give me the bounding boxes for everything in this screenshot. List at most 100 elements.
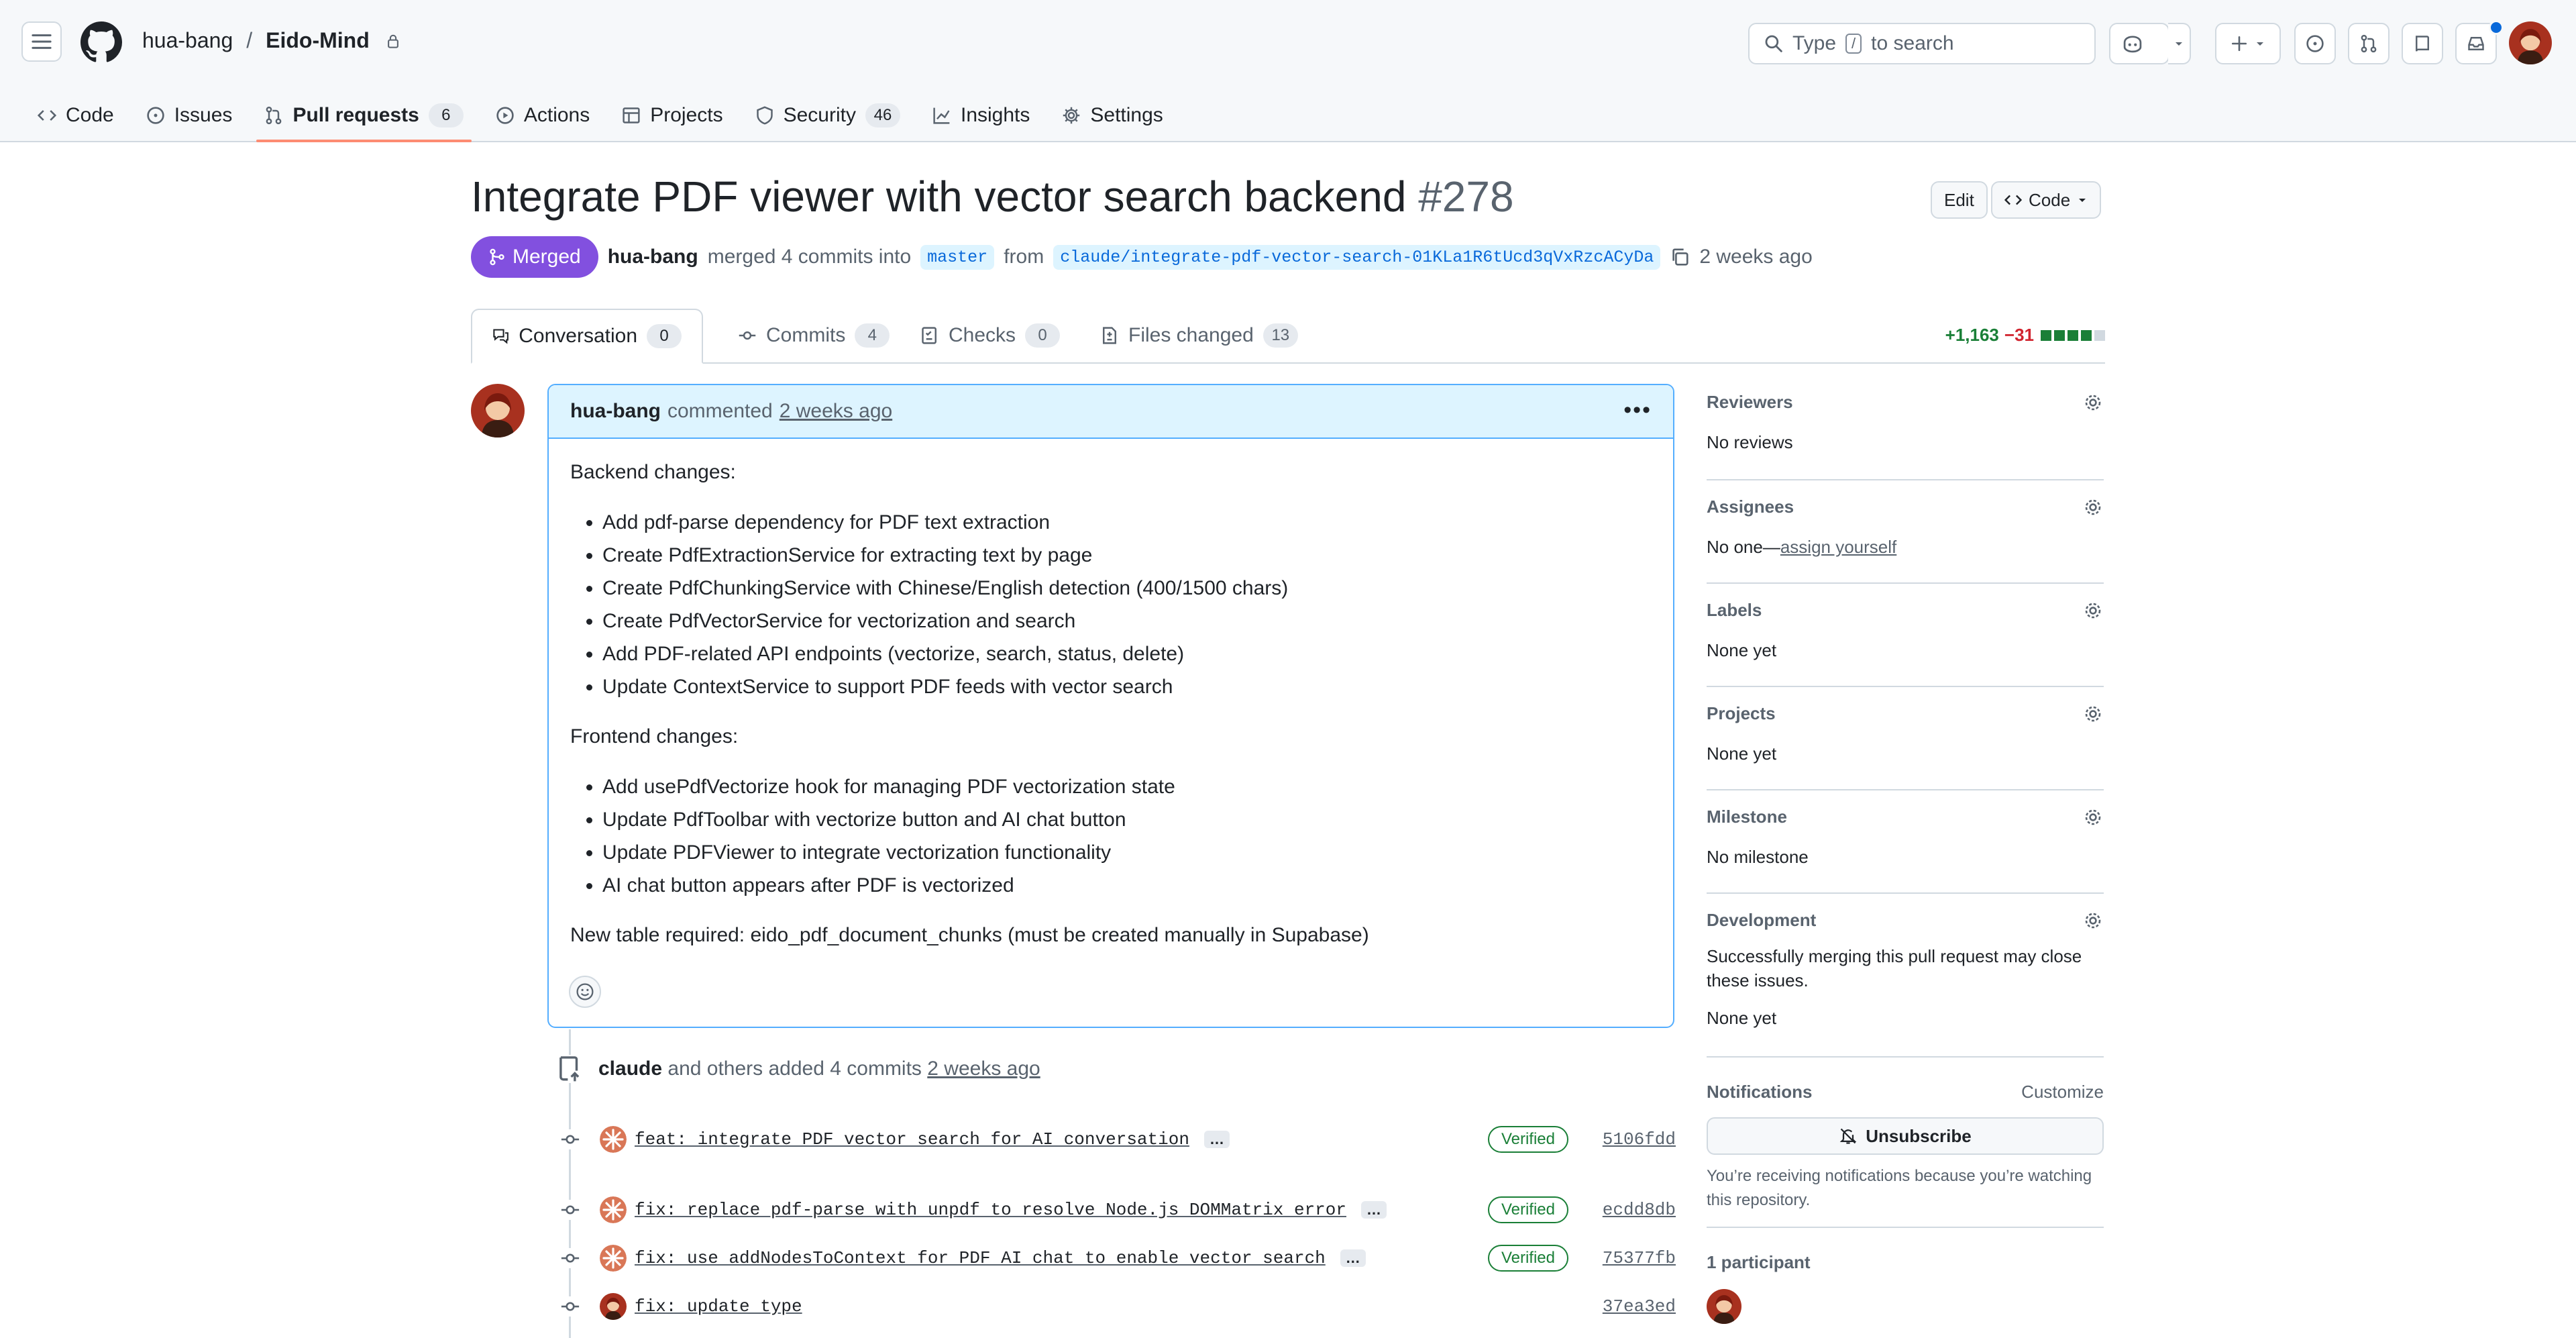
checks-counter: 0 <box>1025 323 1061 348</box>
hua-bang-avatar[interactable] <box>600 1293 627 1320</box>
head-branch[interactable]: claude/integrate-pdf-vector-search-01KLa… <box>1053 244 1661 270</box>
verified-badge[interactable]: Verified <box>1487 1245 1568 1272</box>
reviewers-title[interactable]: Reviewers <box>1707 392 2104 413</box>
code-dropdown-button[interactable]: Code <box>1991 181 2102 219</box>
nav-actions[interactable]: Actions <box>480 90 606 141</box>
repo-owner-link[interactable]: hua-bang <box>142 28 233 53</box>
commit-sha[interactable]: ecdd8db <box>1603 1200 1676 1220</box>
inbox-icon <box>2468 37 2484 50</box>
gear-icon[interactable] <box>2082 600 2104 621</box>
nav-insights[interactable]: Insights <box>916 90 1046 141</box>
list-item: Create PdfExtractionService for extracti… <box>602 539 1652 572</box>
gear-icon[interactable] <box>2082 392 2104 413</box>
pull-requests-button[interactable] <box>2348 23 2390 64</box>
assign-yourself-link[interactable]: assign yourself <box>1780 537 1896 557</box>
add-reaction-button[interactable] <box>569 976 601 1008</box>
comment-discussion-icon <box>493 329 508 344</box>
expand-commit-button[interactable]: … <box>1360 1201 1387 1219</box>
tab-checks-label: Checks <box>949 324 1016 346</box>
tab-commits[interactable]: Commits 4 <box>718 309 910 362</box>
comment-body: Backend changes: Add pdf-parse dependenc… <box>549 439 1673 988</box>
commit-message[interactable]: fix: replace pdf-parse with unpdf to res… <box>635 1200 1346 1220</box>
development-title[interactable]: Development <box>1707 910 2104 931</box>
kebab-horizontal-icon[interactable]: ••• <box>1623 397 1652 423</box>
timeline-actor[interactable]: claude <box>598 1058 662 1080</box>
nav-settings[interactable]: Settings <box>1046 90 1179 141</box>
edit-title-button[interactable]: Edit <box>1931 181 1988 219</box>
copilot-dropdown-button[interactable] <box>2168 23 2191 64</box>
page-title: Integrate PDF viewer with vector search … <box>471 172 1514 221</box>
nav-code[interactable]: Code <box>21 90 130 141</box>
search-shortcut-key: / <box>1845 34 1862 54</box>
claude-avatar[interactable] <box>600 1196 627 1223</box>
search-placeholder-start: Type <box>1792 32 1837 54</box>
comment-header: hua-bang commented 2 weeks ago ••• <box>549 385 1673 439</box>
merged-text: merged 4 commits into <box>707 246 912 268</box>
tab-conversation[interactable]: Conversation 0 <box>471 309 703 364</box>
base-branch[interactable]: master <box>920 244 995 270</box>
projects-title[interactable]: Projects <box>1707 703 2104 724</box>
copilot-button[interactable] <box>2109 23 2169 64</box>
github-logo-icon[interactable] <box>80 21 122 63</box>
pr-author-link[interactable]: hua-bang <box>608 246 698 268</box>
commit-message[interactable]: fix: update type <box>635 1296 802 1317</box>
milestone-title[interactable]: Milestone <box>1707 807 2104 827</box>
commit-sha[interactable]: 75377fb <box>1603 1248 1676 1268</box>
verified-badge[interactable]: Verified <box>1487 1126 1568 1153</box>
commit-sha[interactable]: 5106fdd <box>1603 1129 1676 1149</box>
list-item: Update ContextService to support PDF fee… <box>602 670 1652 703</box>
graph-icon <box>933 107 950 124</box>
triangle-down-icon <box>2257 42 2263 46</box>
commit-message[interactable]: feat: integrate PDF vector search for AI… <box>635 1129 1189 1149</box>
gear-icon[interactable] <box>2082 497 2104 518</box>
shield-icon <box>756 106 773 125</box>
tab-files-changed[interactable]: Files changed 13 <box>1080 309 1318 362</box>
commit-sha[interactable]: 37ea3ed <box>1603 1296 1676 1317</box>
list-item: Update PDFViewer to integrate vectorizat… <box>602 836 1652 869</box>
pr-number: #278 <box>1418 172 1514 221</box>
status-badge: Merged <box>471 236 598 278</box>
copy-icon[interactable] <box>1670 247 1690 267</box>
menu-button[interactable] <box>21 21 62 62</box>
nav-projects-label: Projects <box>650 104 723 126</box>
gear-icon[interactable] <box>2082 910 2104 931</box>
claude-avatar[interactable] <box>600 1126 627 1153</box>
gear-icon[interactable] <box>2082 703 2104 725</box>
issues-button[interactable] <box>2294 23 2336 64</box>
list-item: Add PDF-related API endpoints (vectorize… <box>602 637 1652 670</box>
development-value: None yet <box>1707 1008 1777 1028</box>
nav-issues[interactable]: Issues <box>130 90 249 141</box>
expand-commit-button[interactable]: … <box>1340 1249 1366 1267</box>
user-avatar[interactable] <box>2509 21 2552 64</box>
timeline-time[interactable]: 2 weeks ago <box>927 1058 1040 1080</box>
tab-checks[interactable]: Checks 0 <box>900 309 1080 362</box>
nav-settings-label: Settings <box>1090 104 1163 126</box>
commit-row: fix: replace pdf-parse with unpdf to res… <box>551 1191 1676 1229</box>
commit-message[interactable]: fix: use addNodesToContext for PDF AI ch… <box>635 1248 1326 1268</box>
gear-icon[interactable] <box>2082 807 2104 828</box>
avatar-image <box>1707 1289 1741 1324</box>
customize-link[interactable]: Customize <box>2021 1082 2104 1102</box>
labels-title[interactable]: Labels <box>1707 600 2104 621</box>
participant-avatar[interactable] <box>1707 1289 1741 1324</box>
diffstat-box <box>2081 329 2092 341</box>
repositories-button[interactable] <box>2402 23 2443 64</box>
nav-pull-requests-label: Pull requests <box>292 104 419 126</box>
nav-projects[interactable]: Projects <box>606 90 739 141</box>
nav-security[interactable]: Security 46 <box>739 90 916 141</box>
comment-time[interactable]: 2 weeks ago <box>780 400 892 423</box>
expand-commit-button[interactable]: … <box>1203 1131 1230 1148</box>
repo-name-link[interactable]: Eido-Mind <box>266 28 370 53</box>
pr-sidebar: Reviewers No reviews Assignees No one—as… <box>1707 384 2104 1324</box>
unsubscribe-label: Unsubscribe <box>1866 1125 1972 1146</box>
assignees-title[interactable]: Assignees <box>1707 497 2104 517</box>
comment-author[interactable]: hua-bang <box>570 400 661 423</box>
claude-avatar[interactable] <box>600 1245 627 1272</box>
create-new-button[interactable] <box>2215 23 2281 64</box>
nav-pull-requests[interactable]: Pull requests 6 <box>248 90 479 142</box>
comment-author-avatar[interactable] <box>471 384 525 438</box>
unsubscribe-button[interactable]: Unsubscribe <box>1707 1117 2104 1155</box>
verified-badge[interactable]: Verified <box>1487 1196 1568 1223</box>
diffstat-box <box>2094 329 2105 341</box>
search-input[interactable]: Type / to search <box>1748 23 2096 64</box>
